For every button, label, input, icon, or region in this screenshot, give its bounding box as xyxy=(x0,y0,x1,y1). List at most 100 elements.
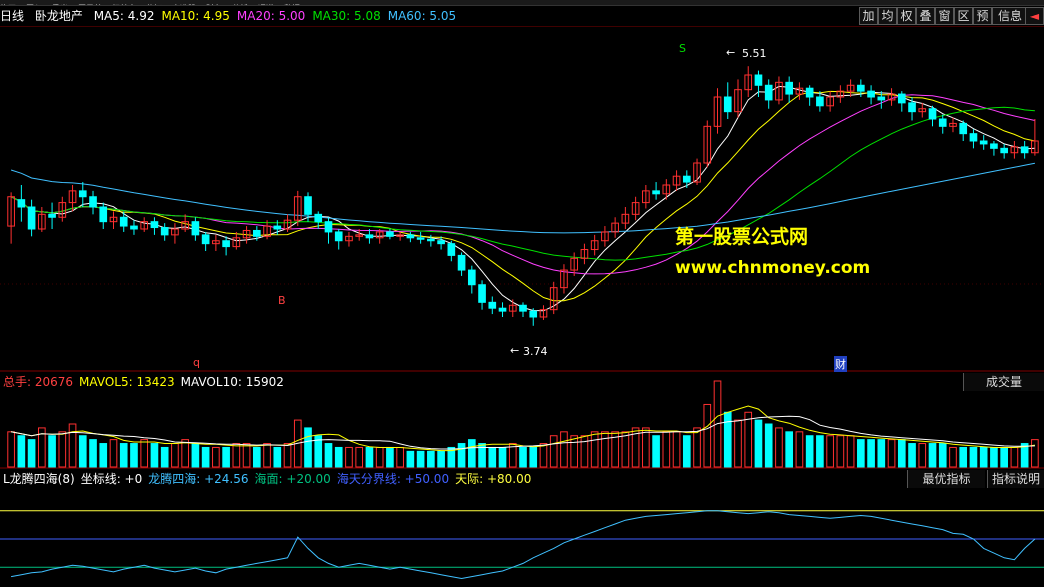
volume-bar xyxy=(273,446,282,468)
volume-bar xyxy=(590,431,599,468)
signal-b-marker: B xyxy=(278,294,286,307)
volume-legend-item: MAVOL10: 15902 xyxy=(180,375,284,389)
candle-body xyxy=(908,102,916,113)
volume-bar xyxy=(242,443,251,468)
volume-bar xyxy=(130,443,138,468)
candle-body xyxy=(386,231,394,237)
candle-body xyxy=(764,84,773,101)
finance-marker[interactable]: 财 xyxy=(834,356,847,372)
candle-body xyxy=(252,229,261,237)
volume-bar xyxy=(867,439,875,468)
candle-body xyxy=(754,74,763,86)
volume-bar xyxy=(744,411,753,468)
volume-bar xyxy=(160,446,169,468)
volume-bar xyxy=(816,435,824,468)
watermark-title: 第一股票公式网 xyxy=(675,226,809,248)
volume-bar xyxy=(672,431,681,468)
candle-body xyxy=(191,221,200,236)
toolbar-forecast-button[interactable]: 预 xyxy=(973,7,992,25)
candle-body xyxy=(334,231,343,242)
volume-bar xyxy=(969,446,978,468)
signal-s-marker: S xyxy=(679,42,686,55)
volume-bar xyxy=(918,443,927,468)
ma-legend-item: MA60: 5.05 xyxy=(387,9,457,23)
volume-bar xyxy=(222,446,230,468)
ma-legend-item: MA10: 4.95 xyxy=(161,9,230,23)
candle-body xyxy=(314,213,323,223)
volume-button[interactable]: 成交量 xyxy=(963,373,1044,391)
ma-legend-item: MA5: 4.92 xyxy=(93,9,155,23)
candle-body xyxy=(682,175,691,183)
candle-body xyxy=(652,190,660,195)
candle-body xyxy=(857,84,865,92)
volume-legend-item: 总手: 20676 xyxy=(3,375,74,389)
volume-bar xyxy=(693,427,701,468)
toolbar-average-button[interactable]: 均 xyxy=(878,7,897,25)
volume-bar xyxy=(181,439,189,468)
toolbar-rights-button[interactable]: 权 xyxy=(897,7,916,25)
volume-bar xyxy=(601,431,609,468)
volume-bar xyxy=(519,446,527,468)
toolbar-add-button[interactable]: 加 xyxy=(859,7,878,25)
volume-bar xyxy=(150,443,159,468)
volume-bar xyxy=(406,450,415,468)
candle-body xyxy=(877,96,886,101)
volume-bar xyxy=(857,439,865,468)
volume-bar xyxy=(355,446,364,468)
volume-bar xyxy=(959,446,968,468)
candle-body xyxy=(437,240,445,245)
indicator-legend-item: 海面: +20.00 xyxy=(254,472,331,486)
candle-body xyxy=(304,196,312,215)
indicator-line xyxy=(11,510,1036,580)
top-menu-strip: 修正买入委出买量差权益宝偏好自选股财务分析通道数据 xyxy=(0,0,1044,6)
indicator-legend-item: 天际: +80.00 xyxy=(455,472,532,486)
candle-body xyxy=(529,310,538,318)
chart-title-bar: 日线 卧龙地产 MA5: 4.92 MA10: 4.95 MA20: 5.00 MA3… xyxy=(0,7,860,25)
volume-bar xyxy=(775,427,783,468)
candle-body xyxy=(467,269,476,286)
stock-chart[interactable] xyxy=(0,26,1044,587)
candle-body xyxy=(723,96,732,113)
volume-bar xyxy=(570,435,579,468)
volume-bar xyxy=(580,435,589,468)
volume-bar xyxy=(191,443,200,468)
volume-bar xyxy=(1010,446,1019,468)
volume-bar xyxy=(642,427,650,468)
candle-body xyxy=(867,90,875,98)
period-label[interactable]: 日线 xyxy=(0,9,24,23)
candle-body xyxy=(1020,146,1029,154)
volume-bar xyxy=(99,443,108,468)
volume-bar xyxy=(723,411,732,468)
ma-legend-item: MA20: 5.00 xyxy=(236,9,306,23)
play-arrow-icon[interactable]: ◄ xyxy=(1025,7,1044,25)
candle-body xyxy=(273,225,282,230)
volume-bar xyxy=(1031,439,1039,468)
candle-body xyxy=(99,206,108,223)
volume-bar xyxy=(488,446,497,468)
candle-body xyxy=(89,196,97,208)
toolbar-window-button[interactable]: 窗 xyxy=(935,7,954,25)
volume-bar xyxy=(119,443,128,468)
volume-bar xyxy=(549,435,558,468)
volume-bar xyxy=(949,446,957,468)
candle-body xyxy=(928,108,937,120)
volume-bar xyxy=(539,443,548,468)
volume-bar xyxy=(754,419,763,468)
toolbar-range-button[interactable]: 区 xyxy=(954,7,973,25)
volume-bar xyxy=(990,446,998,468)
candle-body xyxy=(17,199,26,208)
toolbar-info-button[interactable]: 信息 xyxy=(992,7,1028,25)
high-price-label: 5.51 xyxy=(742,47,767,60)
indicator-description-button[interactable]: 指标说明 xyxy=(987,470,1044,488)
volume-bar xyxy=(416,450,425,468)
candle-body xyxy=(959,122,968,135)
indicator-legend-item: L龙腾四海(8) xyxy=(3,472,75,486)
ma-legend-item: MA30: 5.08 xyxy=(312,9,381,23)
toolbar-overlay-button[interactable]: 叠 xyxy=(916,7,935,25)
low-arrow-icon: ← xyxy=(510,344,520,357)
best-indicator-button[interactable]: 最优指标 xyxy=(907,470,985,488)
candle-body xyxy=(406,234,415,239)
volume-bar xyxy=(252,446,261,468)
volume-bar xyxy=(1000,446,1008,468)
high-arrow-icon: ← xyxy=(726,46,736,59)
